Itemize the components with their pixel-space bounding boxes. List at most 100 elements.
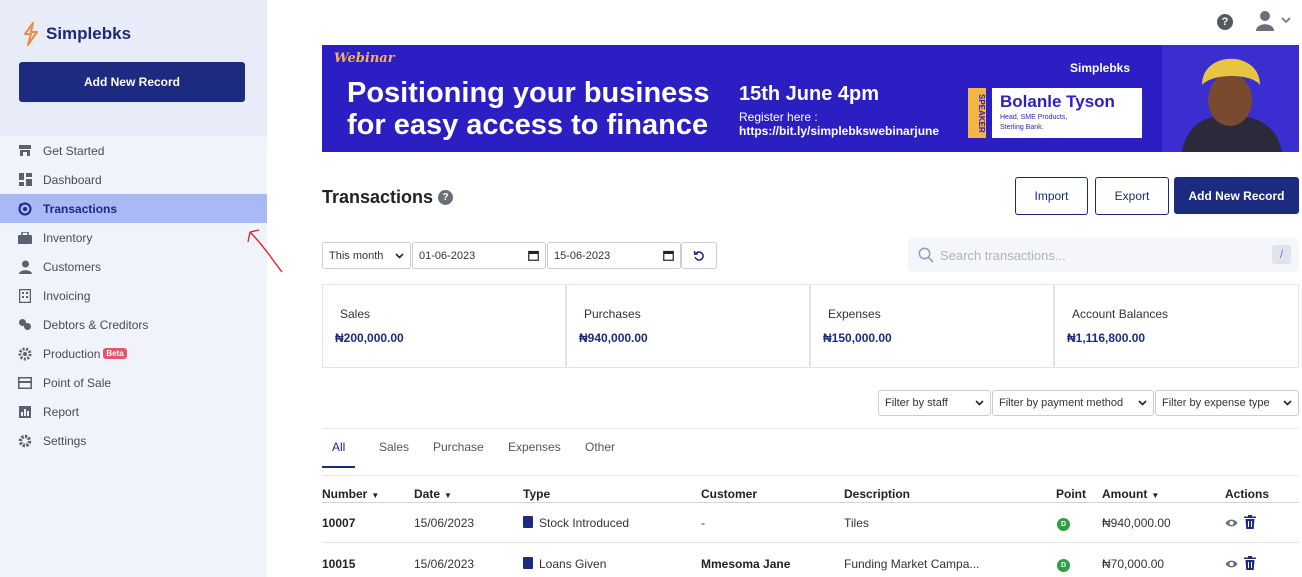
cell-type: Stock Introduced — [523, 516, 629, 530]
search-box: / — [908, 238, 1299, 272]
help-icon[interactable]: ? — [1217, 14, 1233, 30]
simplebks-logo-icon — [24, 22, 38, 46]
sort-down-icon: ▼ — [371, 491, 380, 500]
table-row[interactable]: 10015 15/06/2023 Loans Given Mmesoma Jan… — [322, 544, 1299, 577]
reset-dates-button[interactable] — [681, 242, 717, 269]
summary-card-amount: ₦1,116,800.00 — [1067, 331, 1146, 345]
sidebar-item-inventory[interactable]: Inventory — [0, 223, 267, 252]
tab-expenses[interactable]: Expenses — [508, 440, 561, 466]
sidebar-item-customers[interactable]: Customers — [0, 252, 267, 281]
sidebar-item-transactions[interactable]: Transactions — [0, 194, 267, 223]
period-select[interactable]: This month — [322, 242, 411, 269]
calendar-icon[interactable] — [663, 250, 674, 261]
banner-register-link: https://bit.ly/simplebkswebinarjune — [739, 124, 940, 138]
sidebar-item-label: Debtors & Creditors — [43, 317, 149, 332]
column-header-amount[interactable]: Amount ▼ — [1102, 487, 1159, 501]
filter-staff-select[interactable]: Filter by staff — [878, 390, 991, 416]
sidebar-item-debtors-creditors[interactable]: Debtors & Creditors — [0, 310, 267, 339]
sidebar-item-label: Transactions — [43, 201, 118, 216]
search-input[interactable] — [940, 247, 1260, 263]
user-menu-icon[interactable] — [1255, 10, 1295, 32]
cog-badge-icon — [18, 347, 32, 361]
tab-purchase[interactable]: Purchase — [433, 440, 484, 466]
briefcase-icon — [18, 231, 32, 245]
sidebar-item-invoicing[interactable]: Invoicing — [0, 281, 267, 310]
filter-payment-method-value: Filter by payment method — [999, 397, 1124, 409]
sidebar-item-label: Point of Sale — [43, 375, 112, 390]
summary-card-sales[interactable]: Sales ₦200,000.00 — [322, 284, 566, 368]
date-to-input[interactable]: 15-06-2023 — [547, 242, 681, 269]
sidebar-item-get-started[interactable]: Get Started — [0, 136, 267, 165]
delete-trash-icon[interactable] — [1244, 556, 1256, 570]
user-icon — [18, 260, 32, 274]
cell-date: 15/06/2023 — [414, 516, 475, 530]
column-header-number[interactable]: Number ▼ — [322, 487, 379, 501]
sidebar-item-point-of-sale[interactable]: Point of Sale — [0, 368, 267, 397]
sidebar-header: Simplebks Add New Record — [0, 0, 267, 136]
speaker-photo-icon — [1162, 45, 1299, 152]
sidebar-nav: Get Started Dashboard Transactions Inven… — [0, 136, 267, 455]
help-circle-icon[interactable]: ? — [438, 190, 454, 205]
tab-other[interactable]: Other — [585, 440, 615, 466]
summary-card-amount: ₦150,000.00 — [823, 331, 892, 345]
summary-card-purchases[interactable]: Purchases ₦940,000.00 — [566, 284, 810, 368]
page-title: Transactions ? — [322, 187, 454, 208]
document-icon — [523, 516, 533, 528]
sidebar-item-settings[interactable]: Settings — [0, 426, 267, 455]
sidebar-item-label: Report — [43, 404, 80, 419]
banner-speaker-role-line1: Head, SME Products, — [1000, 114, 1068, 121]
banner-speaker-box: Bolanle Tyson Head, SME Products, Sterli… — [992, 88, 1142, 138]
annotation-arrow-icon — [247, 229, 283, 273]
banner-headline-line1: Positioning your business — [347, 77, 710, 109]
cell-customer: - — [701, 516, 705, 530]
summary-card-amount: ₦940,000.00 — [579, 331, 648, 345]
sidebar-item-production[interactable]: Production Beta — [0, 339, 267, 368]
add-new-record-button[interactable]: Add New Record — [1174, 177, 1299, 214]
sidebar-item-label: Production — [43, 346, 101, 361]
tab-all[interactable]: All — [322, 440, 356, 468]
export-button[interactable]: Export — [1095, 177, 1169, 215]
view-eye-icon[interactable] — [1225, 558, 1238, 570]
search-icon — [918, 247, 934, 263]
tab-sales[interactable]: Sales — [379, 440, 409, 466]
column-header-date[interactable]: Date ▼ — [414, 487, 452, 501]
app-logo[interactable]: Simplebks — [21, 22, 131, 46]
summary-card-expenses[interactable]: Expenses ₦150,000.00 — [810, 284, 1054, 368]
cell-description: Tiles — [844, 516, 869, 530]
sidebar-item-label: Customers — [43, 259, 102, 274]
sidebar-item-report[interactable]: Report — [0, 397, 267, 426]
banner-brand: Simplebks — [1070, 61, 1131, 75]
search-shortcut-hint: / — [1272, 245, 1291, 264]
delete-trash-icon[interactable] — [1244, 515, 1256, 529]
banner-tag: Webinar — [334, 51, 395, 66]
sort-down-icon: ▼ — [444, 491, 452, 500]
chevron-down-icon — [1138, 400, 1147, 406]
calendar-icon[interactable] — [528, 250, 539, 261]
import-button[interactable]: Import — [1015, 177, 1088, 215]
summary-card-account-balances[interactable]: Account Balances ₦1,116,800.00 — [1054, 284, 1299, 368]
banner-register: Register here : https://bit.ly/simplebks… — [739, 110, 939, 138]
table-row[interactable]: 10007 15/06/2023 Stock Introduced - Tile… — [322, 503, 1299, 543]
filter-staff-value: Filter by staff — [885, 397, 948, 409]
chevron-down-icon — [1283, 400, 1292, 406]
view-eye-icon[interactable] — [1225, 517, 1238, 529]
summary-card-amount: ₦200,000.00 — [335, 331, 404, 345]
filter-payment-method-select[interactable]: Filter by payment method — [992, 390, 1154, 416]
transaction-tabs: All Sales Purchase Expenses Other — [322, 428, 1299, 476]
sidebar-item-label: Settings — [43, 433, 87, 448]
sidebar-item-dashboard[interactable]: Dashboard — [0, 165, 267, 194]
banner-headline-line2: for easy access to finance — [347, 109, 709, 141]
chevron-down-icon — [395, 252, 404, 259]
filter-expense-type-select[interactable]: Filter by expense type — [1155, 390, 1299, 416]
webinar-banner[interactable]: Webinar Positioning your business for ea… — [322, 45, 1299, 152]
date-from-value: 01-06-2023 — [419, 249, 476, 262]
sidebar-item-label: Dashboard — [43, 172, 102, 187]
summary-card-label: Sales — [340, 307, 371, 321]
cell-description: Funding Market Campa... — [844, 557, 980, 571]
app-brand-name: Simplebks — [46, 24, 132, 43]
cell-type: Loans Given — [523, 557, 606, 571]
sidebar-item-label: Get Started — [43, 143, 105, 158]
sidebar-add-new-record-button[interactable]: Add New Record — [19, 62, 245, 102]
date-from-input[interactable]: 01-06-2023 — [412, 242, 546, 269]
banner-speaker-tag: SPEAKER — [968, 88, 986, 138]
